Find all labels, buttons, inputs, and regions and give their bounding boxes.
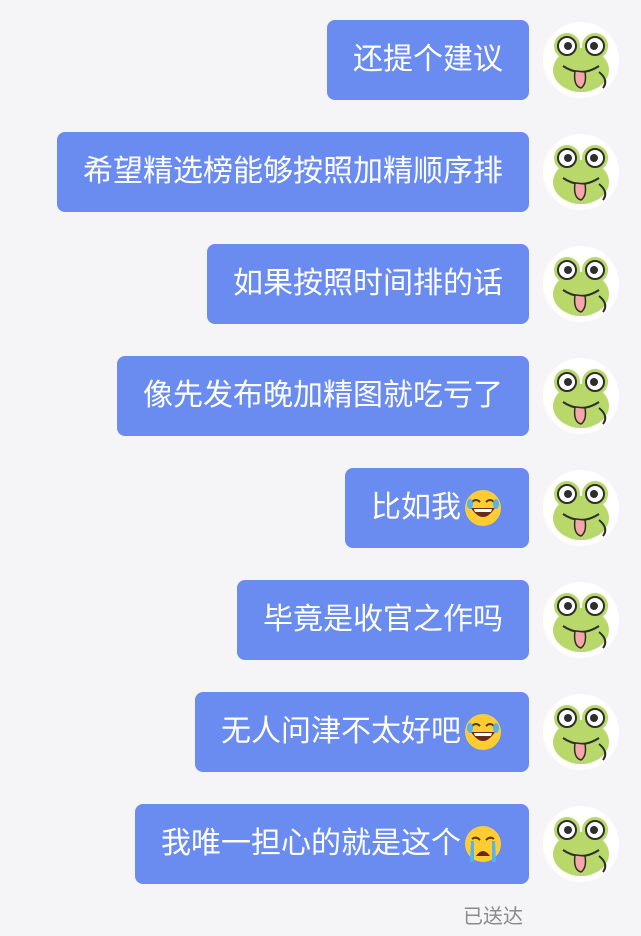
message-text: 如果按照时间排的话 bbox=[233, 266, 503, 301]
message-row: 希望精选榜能够按照加精顺序排 bbox=[0, 132, 641, 212]
avatar[interactable] bbox=[543, 246, 619, 322]
message-row: 毕竟是收官之作吗 bbox=[0, 580, 641, 660]
frog-avatar-icon bbox=[553, 33, 609, 92]
frog-avatar-icon bbox=[553, 593, 609, 652]
message-row: 如果按照时间排的话 bbox=[0, 244, 641, 324]
rolling-laughing-emoji bbox=[465, 714, 501, 750]
message-row: 像先发布晚加精图就吃亏了 bbox=[0, 356, 641, 436]
avatar[interactable] bbox=[543, 358, 619, 434]
message-bubble[interactable]: 希望精选榜能够按照加精顺序排 bbox=[57, 132, 529, 212]
message-bubble[interactable]: 我唯一担心的就是这个 bbox=[135, 804, 529, 884]
message-bubble[interactable]: 比如我 bbox=[345, 468, 529, 548]
frog-avatar-icon bbox=[553, 145, 609, 204]
message-row: 比如我 bbox=[0, 468, 641, 548]
crying-emoji bbox=[465, 826, 501, 862]
message-row: 我唯一担心的就是这个 bbox=[0, 804, 641, 884]
message-text: 比如我 bbox=[371, 490, 461, 525]
message-bubble[interactable]: 如果按照时间排的话 bbox=[207, 244, 529, 324]
avatar[interactable] bbox=[543, 694, 619, 770]
message-text: 还提个建议 bbox=[353, 42, 503, 77]
delivery-status: 已送达 bbox=[463, 904, 523, 928]
message-bubble[interactable]: 无人问津不太好吧 bbox=[195, 692, 529, 772]
avatar[interactable] bbox=[543, 806, 619, 882]
message-text: 我唯一担心的就是这个 bbox=[161, 826, 461, 861]
message-bubble[interactable]: 还提个建议 bbox=[327, 20, 529, 100]
frog-avatar-icon bbox=[553, 705, 609, 764]
frog-avatar-icon bbox=[553, 481, 609, 540]
message-text: 像先发布晚加精图就吃亏了 bbox=[143, 378, 503, 413]
message-row: 无人问津不太好吧 bbox=[0, 692, 641, 772]
frog-avatar-icon bbox=[553, 817, 609, 876]
avatar[interactable] bbox=[543, 582, 619, 658]
message-text: 无人问津不太好吧 bbox=[221, 714, 461, 749]
message-row: 还提个建议 bbox=[0, 20, 641, 100]
message-bubble[interactable]: 像先发布晚加精图就吃亏了 bbox=[117, 356, 529, 436]
avatar[interactable] bbox=[543, 22, 619, 98]
avatar[interactable] bbox=[543, 134, 619, 210]
message-text: 毕竟是收官之作吗 bbox=[263, 602, 503, 637]
message-bubble[interactable]: 毕竟是收官之作吗 bbox=[237, 580, 529, 660]
avatar[interactable] bbox=[543, 470, 619, 546]
message-text: 希望精选榜能够按照加精顺序排 bbox=[83, 154, 503, 189]
frog-avatar-icon bbox=[553, 257, 609, 316]
rolling-laughing-emoji bbox=[465, 490, 501, 526]
frog-avatar-icon bbox=[553, 369, 609, 428]
